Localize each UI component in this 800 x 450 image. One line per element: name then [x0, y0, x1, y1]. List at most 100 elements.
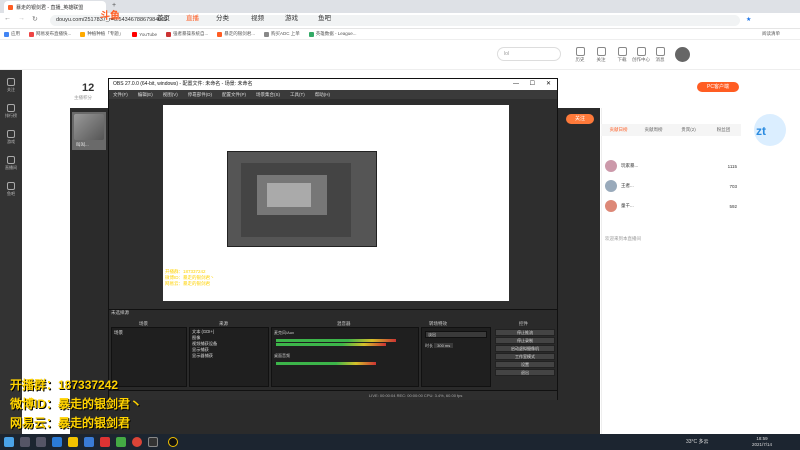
duration-input[interactable]: 300 ms — [434, 343, 454, 348]
edge-icon[interactable] — [52, 437, 62, 447]
dock-controls-title: 控件 — [519, 321, 528, 326]
game-icon — [7, 130, 15, 138]
bookmark-item[interactable]: 英雄数据 - League... — [308, 31, 357, 37]
nav-category[interactable]: 分类 — [216, 12, 229, 22]
bookmark-item[interactable]: 强者暴操系统自... — [165, 31, 208, 37]
streamer-avatar — [74, 114, 104, 140]
obs-taskbar-icon[interactable] — [148, 437, 158, 447]
settings-button[interactable]: 设置 — [495, 361, 555, 368]
virtual-camera-button[interactable]: 启动虚拟摄像机 — [495, 345, 555, 352]
rank-row[interactable]: 王者... 703 — [605, 178, 737, 194]
stop-stream-button[interactable]: 停止推流 — [495, 329, 555, 336]
room-icon — [7, 156, 15, 164]
bookmark-item[interactable]: 种植种植「专题」 — [80, 31, 123, 37]
tab-vip[interactable]: 贵宾(2) — [671, 124, 706, 136]
tab-daily-rank[interactable]: 贡献日榜 — [601, 124, 636, 136]
sidebar-item-rank[interactable]: 排行榜 — [0, 104, 22, 119]
bookmark-item[interactable]: 网易发布直播快... — [29, 31, 71, 37]
obs-title: OBS 27.0.0 (64-bit, windows) - 配置文件: 未命名… — [113, 81, 253, 87]
window-minimize-icon[interactable]: — — [513, 79, 519, 90]
forward-icon[interactable]: → — [18, 15, 25, 22]
browser-tab[interactable]: 暴走的银剑君 - 直播_英雄联盟 — [4, 1, 106, 13]
app-icon[interactable] — [116, 437, 126, 447]
search-input[interactable]: lol — [497, 47, 561, 61]
clock[interactable]: 18:59 2021/7/14 — [752, 436, 772, 448]
fishbar-icon — [7, 182, 15, 190]
tab-fans[interactable]: 粉丝团 — [706, 124, 741, 136]
url-input[interactable]: douyu.com/2517837_r=0.5434678867984009 — [50, 15, 740, 26]
room-score-label: 主播积分 — [74, 95, 92, 100]
scene-item[interactable]: 场景 — [112, 328, 186, 338]
follow-button[interactable]: 关注 — [566, 114, 594, 124]
menu-edit[interactable]: 编辑(E) — [138, 92, 153, 98]
nav-live[interactable]: 直播 — [186, 12, 199, 22]
stream-watermark: 开播群：187337242 微博ID：暴走的银剑君丶 网易云：暴走的银剑君 — [10, 378, 143, 430]
window-maximize-icon[interactable]: ☐ — [530, 79, 535, 90]
rank-tabs: 贡献日榜 贡献周榜 贵宾(2) 粉丝团 — [601, 124, 741, 136]
rank-avatar — [605, 200, 617, 212]
pc-client-button[interactable]: PC客户端 — [697, 82, 739, 92]
app-icon[interactable] — [100, 437, 110, 447]
start-icon[interactable] — [4, 437, 14, 447]
sidebar-item-fishbar[interactable]: 鱼吧 — [0, 182, 22, 197]
bookmark-apps[interactable]: 应用 — [4, 31, 20, 37]
nav-games[interactable]: 游戏 — [285, 12, 298, 22]
chrome-icon[interactable] — [132, 437, 142, 447]
transition-select[interactable]: 淡出 — [425, 331, 487, 338]
reading-list[interactable]: 阅读清单 — [762, 31, 780, 37]
menu-file[interactable]: 文件(F) — [113, 92, 128, 98]
star-icon[interactable]: ★ — [746, 16, 751, 23]
search-icon[interactable] — [20, 437, 30, 447]
menu-tools[interactable]: 工具(T) — [290, 92, 305, 98]
transitions-panel: 淡出 时长 300 ms — [421, 327, 491, 387]
back-icon[interactable]: ← — [4, 15, 11, 22]
rank-icon — [7, 104, 15, 112]
duration-label: 时长 — [425, 343, 433, 348]
obs-title-bar: OBS 27.0.0 (64-bit, windows) - 配置文件: 未命名… — [109, 79, 557, 90]
mixer-meter — [276, 362, 376, 365]
preview-overlay-text: 开播群：187337242 微博ID：暴走的银剑君丶 网易云：暴走的银剑君 — [165, 269, 215, 286]
sidebar-item-rooms[interactable]: 直播间 — [0, 156, 22, 171]
stop-recording-button[interactable]: 停止录制 — [495, 337, 555, 344]
tab-title: 暴走的银剑君 - 直播_英雄联盟 — [16, 4, 84, 11]
rank-row[interactable]: 玩家暴... 1115 — [605, 158, 737, 174]
streamer-name: 叫叫... — [76, 142, 89, 147]
obs-status-bar: LIVE: 00:00:04 REC: 00:00:00 CPU: 3.4%, … — [109, 390, 557, 400]
douyu-logo[interactable]: 斗鱼 — [100, 7, 134, 23]
nav-home[interactable]: 首页 — [157, 12, 170, 22]
header-messages[interactable]: 消息 — [645, 47, 675, 63]
tab-weekly-rank[interactable]: 贡献周榜 — [636, 124, 671, 136]
reload-icon[interactable]: ↻ — [32, 15, 38, 23]
bookmark-item[interactable]: 购买ADC 上单 — [263, 31, 300, 37]
bookmark-youtube[interactable]: YouTube — [132, 31, 157, 37]
room-score: 12 — [82, 82, 95, 94]
explorer-icon[interactable] — [68, 437, 78, 447]
window-close-icon[interactable]: ✕ — [546, 79, 551, 90]
menu-docks[interactable]: 停靠部件(D) — [188, 92, 212, 98]
obs-window[interactable]: OBS 27.0.0 (64-bit, windows) - 配置文件: 未命名… — [108, 78, 558, 400]
heart-icon — [596, 47, 606, 56]
menu-scene-collection[interactable]: 场景集合(S) — [256, 92, 280, 98]
exit-button[interactable]: 退出 — [495, 369, 555, 376]
sidebar-item-games[interactable]: 游戏 — [0, 130, 22, 145]
nav-fishbar[interactable]: 鱼吧 — [318, 12, 331, 22]
nav-video[interactable]: 视频 — [251, 12, 264, 22]
app-icon[interactable] — [168, 437, 178, 447]
avatar[interactable] — [675, 47, 690, 62]
menu-view[interactable]: 视图(V) — [163, 92, 178, 98]
right-panel — [601, 108, 741, 434]
weather-tray[interactable]: 33°C 多云 — [686, 438, 709, 445]
follow-icon — [7, 78, 15, 86]
side-ad-banner[interactable]: zt — [748, 110, 796, 152]
bookmark-item[interactable]: 暴走的银剑君... — [217, 31, 255, 37]
rank-row[interactable]: 童千... 592 — [605, 198, 737, 214]
menu-profile[interactable]: 配置文件(P) — [222, 92, 246, 98]
sidebar-item-follow[interactable]: 关注 — [0, 78, 22, 93]
store-icon[interactable] — [84, 437, 94, 447]
message-icon — [655, 47, 665, 56]
rank-avatar — [605, 160, 617, 172]
studio-mode-button[interactable]: 工作室模式 — [495, 353, 555, 360]
source-item[interactable]: 显示器捕获 — [192, 353, 266, 359]
taskview-icon[interactable] — [36, 437, 46, 447]
menu-help[interactable]: 帮助(H) — [315, 92, 330, 98]
